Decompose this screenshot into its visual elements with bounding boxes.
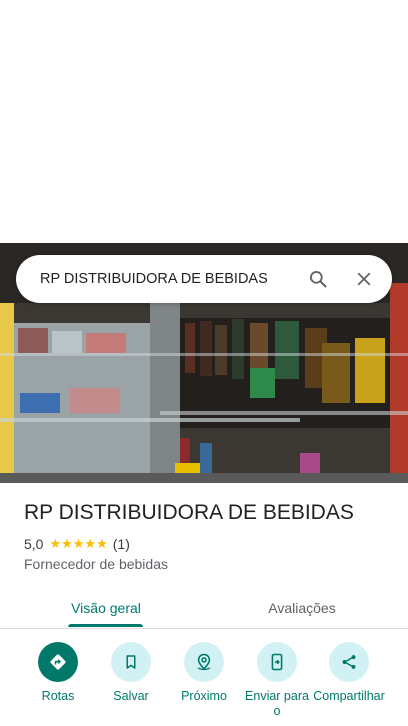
place-title: RP DISTRIBUIDORA DE BEBIDAS — [24, 501, 354, 524]
review-count: (1) — [112, 536, 130, 552]
nearby-button[interactable]: Próximo — [167, 642, 241, 704]
share-button[interactable]: Compartilhar — [312, 642, 386, 704]
tab-reviews[interactable]: Avaliações — [250, 588, 354, 627]
search-input[interactable]: RP DISTRIBUIDORA DE BEBIDAS — [40, 271, 298, 287]
tab-bar: Visão geral Avaliações — [0, 588, 408, 629]
rating-stars: ★★★★★ — [49, 536, 108, 551]
tab-indicator — [68, 624, 143, 627]
directions-icon — [38, 642, 78, 682]
share-icon — [329, 642, 369, 682]
close-icon[interactable] — [344, 259, 384, 299]
send-to-phone-button[interactable]: Enviar para o — [240, 642, 314, 719]
place-category[interactable]: Fornecedor de bebidas — [24, 556, 168, 572]
nearby-label: Próximo — [181, 689, 227, 703]
send-to-phone-label: Enviar para o — [245, 689, 309, 718]
save-label: Salvar — [113, 689, 149, 703]
send-to-phone-icon — [257, 642, 297, 682]
bookmark-icon — [111, 642, 151, 682]
rating-value: 5,0 — [24, 536, 44, 552]
search-icon[interactable] — [298, 259, 338, 299]
directions-label: Rotas — [41, 689, 75, 703]
search-bar[interactable]: RP DISTRIBUIDORA DE BEBIDAS — [16, 255, 392, 303]
map-area — [0, 0, 408, 243]
rating-row[interactable]: 5,0 ★★★★★ (1) — [24, 536, 130, 552]
save-button[interactable]: Salvar — [94, 642, 168, 704]
directions-button[interactable]: Rotas — [21, 642, 95, 704]
share-label: Compartilhar — [313, 689, 385, 703]
action-bar: Rotas Salvar Próximo Enviar para o Compa… — [0, 642, 408, 726]
nearby-icon — [184, 642, 224, 682]
tab-overview[interactable]: Visão geral — [54, 588, 158, 627]
